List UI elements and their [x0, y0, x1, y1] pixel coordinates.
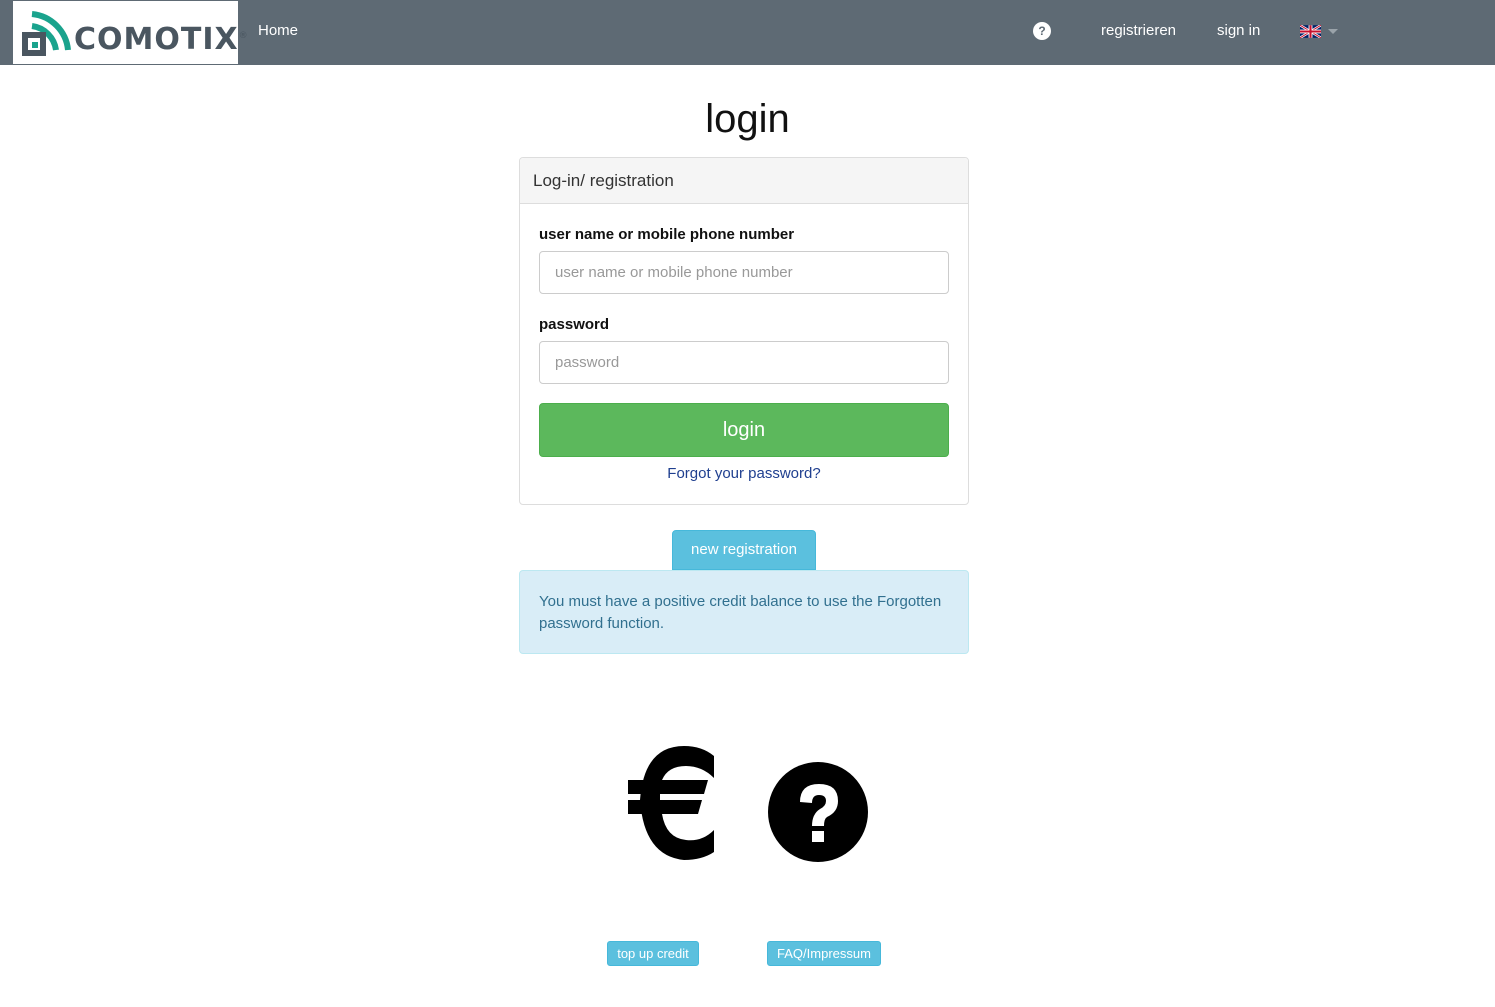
- faq-impressum-button[interactable]: FAQ/Impressum: [767, 941, 881, 966]
- top-navbar: COMOTIX® Home ? registrieren sign in: [0, 0, 1495, 65]
- question-circle-icon[interactable]: ?: [1033, 22, 1051, 40]
- info-alert: You must have a positive credit balance …: [519, 570, 969, 654]
- username-label: user name or mobile phone number: [539, 226, 795, 243]
- uk-flag-icon[interactable]: [1299, 24, 1322, 39]
- brand-name: COMOTIX®: [74, 22, 249, 57]
- password-label: password: [539, 316, 610, 333]
- username-input[interactable]: [539, 251, 949, 294]
- panel-heading: Log-in/ registration: [520, 158, 968, 204]
- euro-icon[interactable]: [622, 738, 722, 868]
- top-up-credit-button[interactable]: top up credit: [607, 941, 699, 966]
- nav-register[interactable]: registrieren: [1101, 0, 1176, 65]
- nav-sign-in[interactable]: sign in: [1217, 0, 1260, 65]
- new-registration-button[interactable]: new registration: [672, 530, 816, 570]
- page-title: login: [705, 97, 790, 141]
- password-input[interactable]: [539, 341, 949, 384]
- login-button[interactable]: login: [539, 403, 949, 457]
- faq-question-icon[interactable]: [768, 762, 868, 862]
- logo-wifi-icon: [18, 6, 72, 60]
- forgot-password-link[interactable]: Forgot your password?: [520, 465, 968, 482]
- brand-logo[interactable]: COMOTIX®: [13, 1, 248, 64]
- login-panel: Log-in/ registration user name or mobile…: [519, 157, 969, 505]
- nav-home[interactable]: Home: [258, 0, 298, 65]
- chevron-down-icon[interactable]: [1328, 29, 1338, 34]
